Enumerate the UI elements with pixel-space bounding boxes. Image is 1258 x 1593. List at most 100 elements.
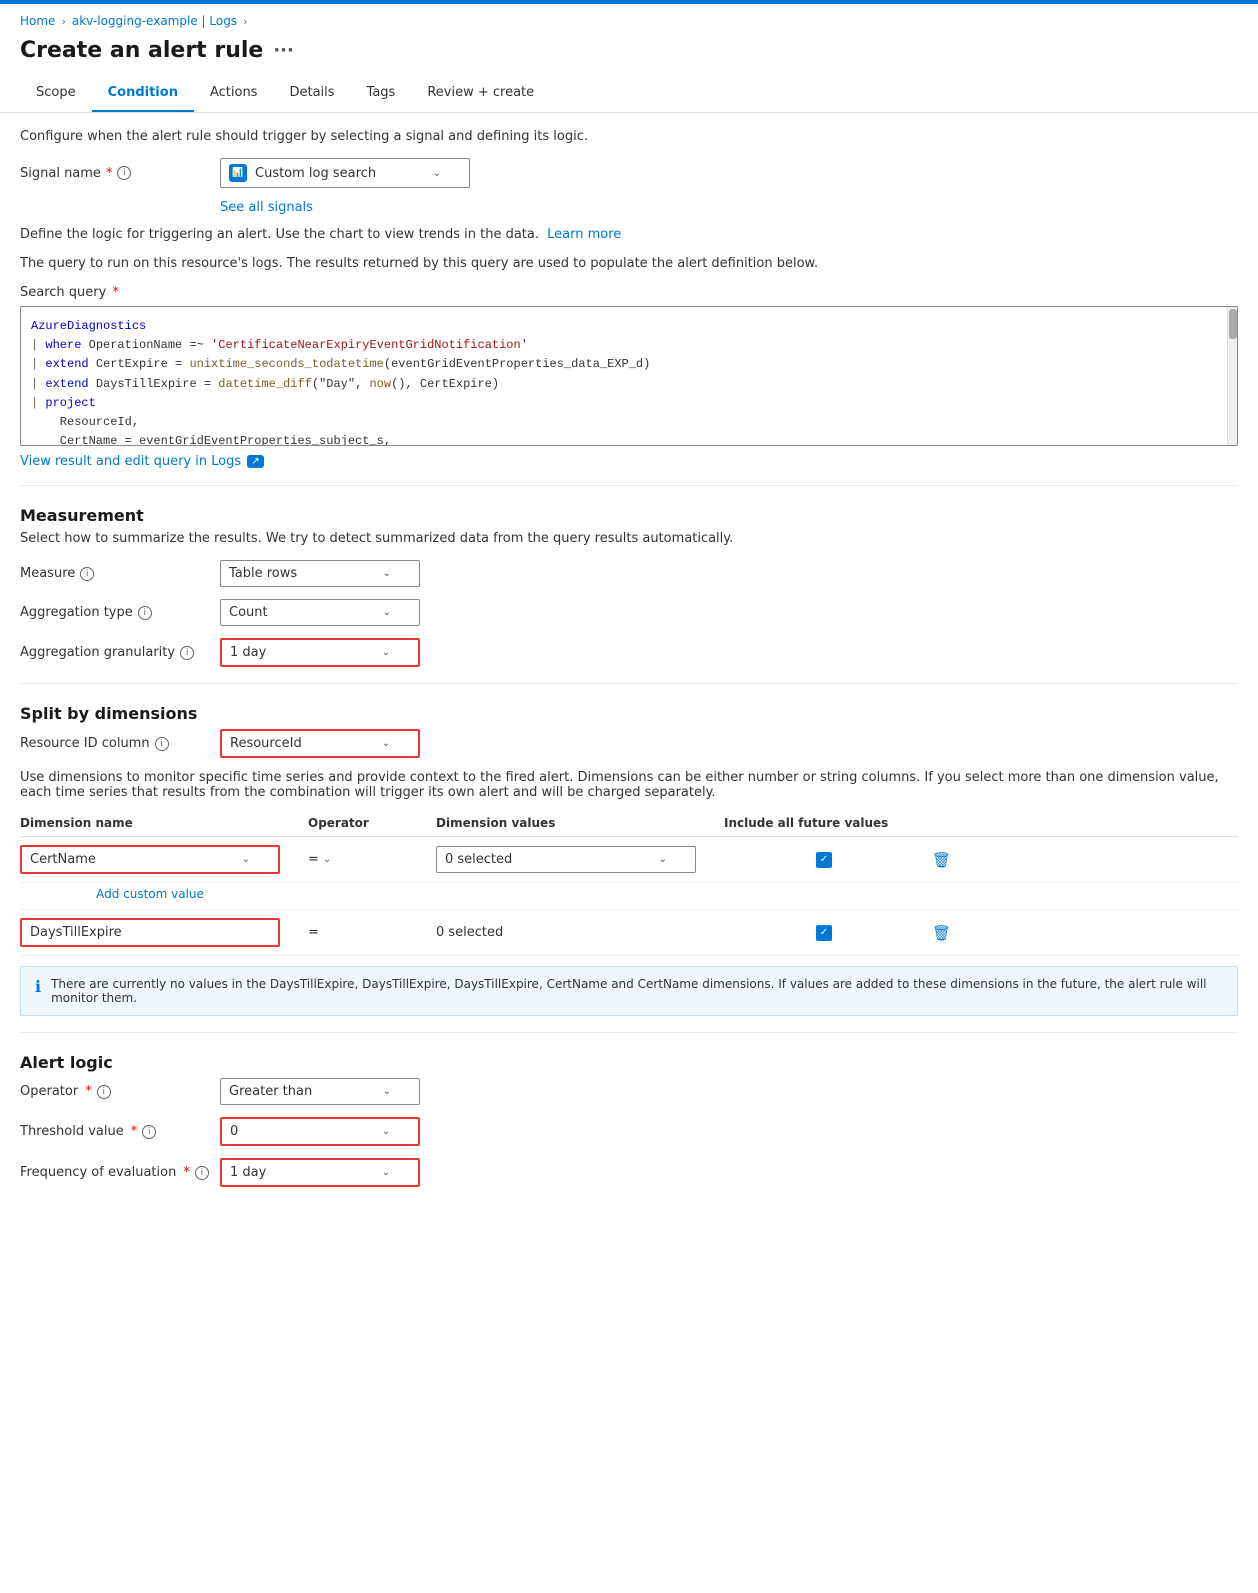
see-all-signals-link[interactable]: See all signals: [220, 200, 313, 215]
add-custom-value-link[interactable]: Add custom value: [20, 887, 280, 901]
tab-condition[interactable]: Condition: [92, 77, 194, 112]
resource-id-col-row: Resource ID column i ResourceId ⌄: [20, 729, 1238, 758]
signal-name-info-icon[interactable]: i: [117, 166, 131, 180]
aggregation-granularity-select[interactable]: 1 day ⌄: [220, 638, 420, 667]
threshold-chevron-icon: ⌄: [382, 1126, 390, 1137]
frequency-info-icon[interactable]: i: [195, 1166, 209, 1180]
resource-id-col-select[interactable]: ResourceId ⌄: [220, 729, 420, 758]
page-title-container: Create an alert rule ···: [0, 34, 1258, 77]
resource-id-col-label: Resource ID column i: [20, 736, 210, 751]
info-box-text: There are currently no values in the Day…: [51, 977, 1223, 1005]
dimensions-table: Dimension name Operator Dimension values…: [20, 810, 1238, 956]
define-logic-text: Define the logic for triggering an alert…: [20, 227, 1238, 242]
dim-row-1-delete-cell: 🗑: [932, 851, 992, 869]
dim-row-2-operator-cell: =: [308, 925, 428, 940]
dimension-row-1: CertName ⌄ = ⌄ 0 selected ⌄ ✓: [20, 837, 1238, 910]
dim-certname-select[interactable]: CertName ⌄: [20, 845, 280, 874]
dim-row-1-main: CertName ⌄ = ⌄ 0 selected ⌄ ✓: [20, 837, 1238, 883]
threshold-label: Threshold value * i: [20, 1124, 210, 1139]
info-box-icon: ℹ: [35, 977, 41, 1005]
query-line-6: ResourceId,: [31, 413, 1227, 432]
tab-actions[interactable]: Actions: [194, 77, 274, 112]
operator-select[interactable]: Greater than ⌄: [220, 1078, 420, 1105]
signal-name-required: *: [106, 166, 113, 181]
dim-row1-delete-icon[interactable]: 🗑: [932, 851, 951, 869]
aggregation-granularity-row: Aggregation granularity i 1 day ⌄: [20, 638, 1238, 667]
condition-description: Configure when the alert rule should tri…: [20, 129, 1238, 144]
dimension-row-2: DaysTillExpire = 0 selected ✓ 🗑: [20, 910, 1238, 956]
external-link-icon: ↗: [247, 455, 263, 468]
dim-row-1-operator-cell: = ⌄: [308, 852, 428, 867]
dim-daystillexpire-input[interactable]: DaysTillExpire: [20, 918, 280, 947]
frequency-label: Frequency of evaluation * i: [20, 1165, 210, 1180]
aggregation-type-select[interactable]: Count ⌄: [220, 599, 420, 626]
dim-row-1-name-cell: CertName ⌄: [20, 845, 300, 874]
query-line-4: | extend DaysTillExpire = datetime_diff(…: [31, 375, 1227, 394]
measure-label: Measure i: [20, 566, 210, 581]
dim-certname-chevron: ⌄: [242, 854, 250, 865]
breadcrumb-sep2: ›: [243, 15, 247, 28]
signal-type-icon: 📊: [229, 164, 247, 182]
alert-logic-title: Alert logic: [20, 1053, 1238, 1072]
frequency-row: Frequency of evaluation * i 1 day ⌄: [20, 1158, 1238, 1187]
tab-details[interactable]: Details: [273, 77, 350, 112]
breadcrumb-sep1: ›: [61, 15, 65, 28]
breadcrumb-home[interactable]: Home: [20, 14, 55, 28]
breadcrumb: Home › akv-logging-example | Logs ›: [0, 4, 1258, 34]
dimensions-desc: Use dimensions to monitor specific time …: [20, 770, 1238, 800]
breadcrumb-logs[interactable]: akv-logging-example | Logs: [72, 14, 237, 28]
aggregation-granularity-label: Aggregation granularity i: [20, 645, 210, 660]
tab-scope[interactable]: Scope: [20, 77, 92, 112]
split-title: Split by dimensions: [20, 704, 1238, 723]
dim-row1-op-chevron: ⌄: [323, 854, 331, 865]
operator-info-icon[interactable]: i: [97, 1085, 111, 1099]
search-query-section: Search query * AzureDiagnostics | where …: [20, 285, 1238, 446]
aggregation-type-info-icon[interactable]: i: [138, 606, 152, 620]
more-options-button[interactable]: ···: [273, 40, 294, 61]
aggregation-granularity-info-icon[interactable]: i: [180, 646, 194, 660]
dim-row-1-values-cell: 0 selected ⌄: [436, 846, 716, 873]
dim-row1-future-checkbox[interactable]: ✓: [816, 852, 832, 868]
operator-label: Operator * i: [20, 1084, 210, 1099]
aggregation-type-chevron-icon: ⌄: [383, 607, 391, 618]
measurement-desc: Select how to summarize the results. We …: [20, 531, 1238, 546]
query-line-5: | project: [31, 394, 1227, 413]
dim-row-2-future-cell: ✓: [724, 925, 924, 941]
measure-select[interactable]: Table rows ⌄: [220, 560, 420, 587]
tab-tags[interactable]: Tags: [351, 77, 412, 112]
dim-row2-future-checkbox[interactable]: ✓: [816, 925, 832, 941]
query-line-2: | where OperationName =~ 'CertificateNea…: [31, 336, 1227, 355]
main-content: Configure when the alert rule should tri…: [0, 113, 1258, 1215]
dimensions-table-header: Dimension name Operator Dimension values…: [20, 810, 1238, 837]
aggregation-type-label: Aggregation type i: [20, 605, 210, 620]
threshold-row: Threshold value * i 0 ⌄: [20, 1117, 1238, 1146]
dim-row2-delete-icon[interactable]: 🗑: [932, 924, 951, 942]
dim-row1-values-select[interactable]: 0 selected ⌄: [436, 846, 696, 873]
dim-row-1-add-custom-container: Add custom value: [20, 883, 1238, 909]
view-result-link[interactable]: View result and edit query in Logs ↗: [20, 454, 264, 469]
measure-chevron-icon: ⌄: [383, 568, 391, 579]
query-editor[interactable]: AzureDiagnostics | where OperationName =…: [20, 306, 1238, 446]
query-scrollbar[interactable]: [1227, 307, 1237, 445]
signal-name-row: Signal name * i 📊 Custom log search ⌄: [20, 158, 1238, 188]
resource-id-col-info-icon[interactable]: i: [155, 737, 169, 751]
dim-header-operator: Operator: [308, 816, 428, 830]
frequency-select[interactable]: 1 day ⌄: [220, 1158, 420, 1187]
dim-row-2-name-cell: DaysTillExpire: [20, 918, 300, 947]
operator-row: Operator * i Greater than ⌄: [20, 1078, 1238, 1105]
frequency-chevron-icon: ⌄: [382, 1167, 390, 1178]
threshold-info-icon[interactable]: i: [142, 1125, 156, 1139]
dimensions-info-box: ℹ There are currently no values in the D…: [20, 966, 1238, 1016]
threshold-input[interactable]: 0 ⌄: [220, 1117, 420, 1146]
dim-row-2-delete-cell: 🗑: [932, 924, 992, 942]
learn-more-link[interactable]: Learn more: [547, 227, 621, 242]
divider-2: [20, 683, 1238, 684]
operator-chevron-icon: ⌄: [383, 1086, 391, 1097]
dim-header-values: Dimension values: [436, 816, 716, 830]
measure-row: Measure i Table rows ⌄: [20, 560, 1238, 587]
measure-info-icon[interactable]: i: [80, 567, 94, 581]
signal-name-select[interactable]: 📊 Custom log search ⌄: [220, 158, 470, 188]
tab-review-create[interactable]: Review + create: [411, 77, 550, 112]
signal-name-label: Signal name * i: [20, 166, 210, 181]
aggregation-type-row: Aggregation type i Count ⌄: [20, 599, 1238, 626]
